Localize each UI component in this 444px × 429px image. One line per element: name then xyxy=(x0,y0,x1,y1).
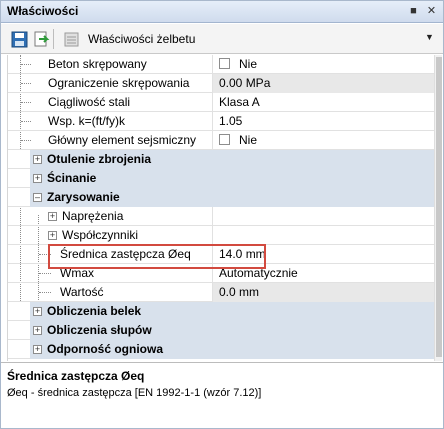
category-zarysowanie[interactable]: – Zarysowanie xyxy=(8,188,435,207)
value-text: 14.0 mm xyxy=(219,247,266,261)
value-text: Klasa A xyxy=(219,95,260,109)
property-grid: Beton skrępowany Nie Ograniczenie skrępo… xyxy=(7,55,435,361)
value-text: 1.05 xyxy=(219,114,243,128)
tree-line xyxy=(21,64,31,65)
value-text: 0.00 MPa xyxy=(219,76,271,90)
checkbox[interactable] xyxy=(219,134,230,145)
scrollbar[interactable] xyxy=(434,55,442,361)
subcategory-wspolczynniki[interactable]: + Współczynniki xyxy=(8,226,435,245)
category-label: Obliczenia belek xyxy=(47,304,142,318)
category-value xyxy=(212,340,435,359)
category-label: Ścinanie xyxy=(47,171,97,185)
expand-icon[interactable]: + xyxy=(48,212,57,221)
property-row-glowny[interactable]: Główny element sejsmiczny Nie xyxy=(8,131,435,150)
description-text: Øeq - średnica zastępcza [EN 1992-1-1 (w… xyxy=(7,387,262,399)
expand-icon[interactable]: + xyxy=(33,326,42,335)
property-row-ograniczenie[interactable]: Ograniczenie skrępowania 0.00 MPa xyxy=(8,74,435,93)
category-value xyxy=(212,321,435,340)
collapse-icon[interactable]: – xyxy=(33,193,42,202)
export-icon[interactable] xyxy=(33,31,50,48)
checkbox-label: Nie xyxy=(239,133,258,147)
category-value xyxy=(212,150,435,169)
description-title: Średnica zastępcza Øeq xyxy=(7,369,145,383)
panel-title: Właściwości xyxy=(7,4,79,18)
category-value xyxy=(212,169,435,188)
category-value xyxy=(212,188,435,207)
category-slupow[interactable]: + Obliczenia słupów xyxy=(8,321,435,340)
property-label: Wsp. k=(ft/fy)k xyxy=(48,114,126,128)
subcategory-naprezenia[interactable]: + Naprężenia xyxy=(8,207,435,226)
property-value[interactable]: Automatycznie xyxy=(212,264,435,283)
category-label: Obliczenia słupów xyxy=(47,323,152,337)
properties-panel: Właściwości ■ ✕ Właściwości żelbetu ▼ Be… xyxy=(0,0,444,429)
property-row-beton[interactable]: Beton skrępowany Nie xyxy=(8,55,435,74)
property-value[interactable]: Nie xyxy=(212,55,435,74)
property-row-ciagliwosc[interactable]: Ciągliwość stali Klasa A xyxy=(8,93,435,112)
toolbar-label[interactable]: Właściwości żelbetu xyxy=(88,32,195,46)
tree-line xyxy=(21,140,31,141)
category-label: Odporność ogniowa xyxy=(47,342,163,356)
save-icon[interactable] xyxy=(11,31,28,48)
category-belek[interactable]: + Obliczenia belek xyxy=(8,302,435,321)
tree-line xyxy=(39,273,51,274)
pin-icon[interactable]: ■ xyxy=(406,4,421,19)
category-otulenie[interactable]: + Otulenie zbrojenia xyxy=(8,150,435,169)
checkbox[interactable] xyxy=(219,58,230,69)
panel-titlebar: Właściwości ■ ✕ xyxy=(1,1,443,23)
close-icon[interactable]: ✕ xyxy=(424,4,439,19)
expand-icon[interactable]: + xyxy=(33,307,42,316)
property-row-wartosc[interactable]: Wartość 0.0 mm xyxy=(8,283,435,302)
expand-icon[interactable]: + xyxy=(33,155,42,164)
property-label: Wartość xyxy=(60,285,104,299)
tree-line xyxy=(39,292,51,293)
tree-line xyxy=(21,102,31,103)
property-label: Ograniczenie skrępowania xyxy=(48,76,190,90)
tree-line xyxy=(39,254,51,255)
property-label: Wmax xyxy=(60,266,94,280)
property-label: Ciągliwość stali xyxy=(48,95,131,109)
category-scinanie[interactable]: + Ścinanie xyxy=(8,169,435,188)
subcategory-label: Naprężenia xyxy=(62,209,124,223)
property-value[interactable]: Klasa A xyxy=(212,93,435,112)
property-row-wmax[interactable]: Wmax Automatycznie xyxy=(8,264,435,283)
category-label: Otulenie zbrojenia xyxy=(47,152,152,166)
subcategory-label: Współczynniki xyxy=(62,228,139,242)
description-pane: Średnica zastępcza Øeq Øeq - średnica za… xyxy=(1,362,443,428)
category-odpornosc[interactable]: + Odporność ogniowa xyxy=(8,340,435,359)
property-label: Średnica zastępcza Øeq xyxy=(60,247,191,261)
expand-icon[interactable]: + xyxy=(33,345,42,354)
category-label: Zarysowanie xyxy=(47,190,120,204)
properties-icon[interactable] xyxy=(63,31,80,48)
property-row-wsp[interactable]: Wsp. k=(ft/fy)k 1.05 xyxy=(8,112,435,131)
property-value[interactable]: 0.00 MPa xyxy=(212,74,435,93)
toolbar-separator xyxy=(53,29,54,49)
category-value xyxy=(212,302,435,321)
property-value[interactable]: 14.0 mm xyxy=(212,245,435,264)
value-text: 0.0 mm xyxy=(219,285,260,299)
property-label: Główny element sejsmiczny xyxy=(48,133,197,147)
value-text: Automatycznie xyxy=(219,266,298,280)
toolbar: Właściwości żelbetu ▼ xyxy=(1,24,443,54)
tree-line xyxy=(21,83,31,84)
tree-line xyxy=(21,121,31,122)
checkbox-label: Nie xyxy=(239,57,258,71)
property-value[interactable]: 0.0 mm xyxy=(212,283,435,302)
property-value xyxy=(212,207,435,226)
property-value[interactable]: 1.05 xyxy=(212,112,435,131)
property-row-srednica[interactable]: Średnica zastępcza Øeq 14.0 mm xyxy=(8,245,435,264)
property-value[interactable]: Nie xyxy=(212,131,435,150)
property-value xyxy=(212,226,435,245)
expand-icon[interactable]: + xyxy=(48,231,57,240)
property-label: Beton skrępowany xyxy=(48,57,147,71)
expand-icon[interactable]: + xyxy=(33,174,42,183)
scrollbar-thumb[interactable] xyxy=(436,57,442,357)
chevron-down-icon[interactable]: ▼ xyxy=(425,32,434,42)
